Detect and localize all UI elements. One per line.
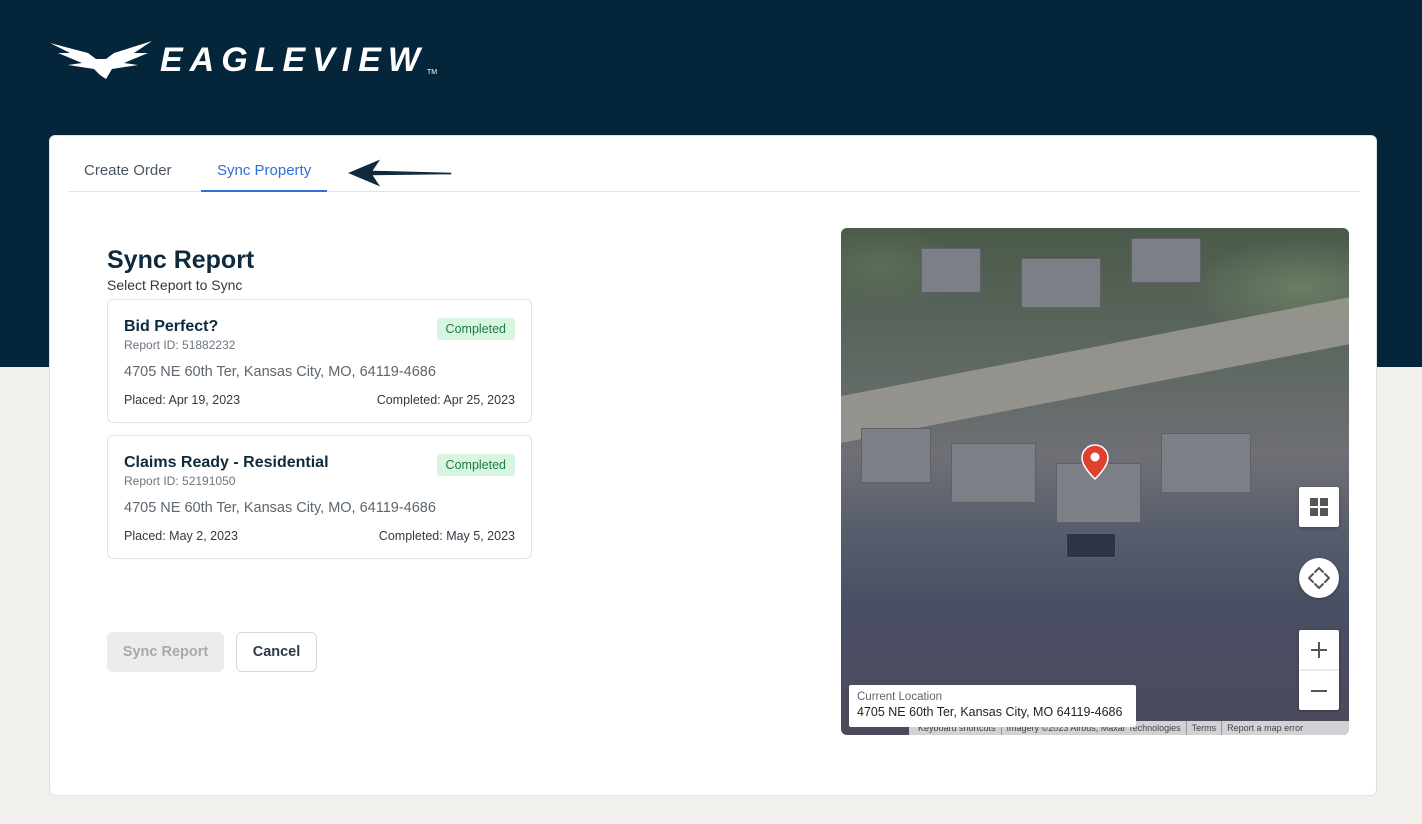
tab-create-order[interactable]: Create Order	[68, 162, 188, 192]
zoom-out-button[interactable]	[1299, 670, 1339, 710]
report-placed-date: Placed: May 2, 2023	[124, 529, 238, 543]
satellite-map[interactable]: Keyboard shortcuts Imagery ©2023 Airbus,…	[841, 228, 1349, 735]
location-pin-icon	[1081, 444, 1109, 480]
map-house	[1066, 533, 1116, 558]
map-layers-button[interactable]	[1299, 487, 1339, 527]
brand-wordmark: EAGLEVIEW	[160, 40, 428, 79]
report-map-error-link[interactable]: Report a map error	[1222, 721, 1308, 735]
report-name: Claims Ready - Residential	[124, 454, 329, 471]
report-id: Report ID: 51882232	[124, 338, 236, 352]
status-badge: Completed	[436, 318, 515, 340]
eagle-icon	[50, 41, 152, 79]
map-house	[1021, 258, 1101, 308]
section-subtitle: Select Report to Sync	[107, 277, 243, 293]
map-house	[861, 428, 931, 483]
current-location-address: 4705 NE 60th Ter, Kansas City, MO 64119-…	[857, 705, 1123, 719]
report-card[interactable]: Claims Ready - Residential Report ID: 52…	[107, 435, 532, 559]
eagleview-logo[interactable]: EAGLEVIEW TM	[48, 38, 437, 82]
map-road	[841, 289, 1349, 449]
map-pan-button[interactable]	[1299, 558, 1339, 598]
report-address: 4705 NE 60th Ter, Kansas City, MO, 64119…	[124, 500, 436, 516]
move-arrows-icon	[1308, 567, 1330, 589]
current-location-label: Current Location	[857, 691, 943, 703]
report-address: 4705 NE 60th Ter, Kansas City, MO, 64119…	[124, 364, 436, 380]
tab-bar: Create Order Sync Property	[68, 136, 1360, 192]
section-title: Sync Report	[107, 246, 255, 274]
sync-report-button[interactable]: Sync Report	[107, 632, 224, 672]
trademark: TM	[427, 69, 438, 76]
map-house	[921, 248, 981, 293]
main-card: Create Order Sync Property Sync Report S…	[49, 135, 1377, 796]
pointer-arrow-icon	[344, 156, 453, 190]
cancel-button[interactable]: Cancel	[236, 632, 317, 672]
report-name: Bid Perfect?	[124, 318, 219, 335]
map-house	[1161, 433, 1251, 493]
plus-icon	[1311, 642, 1327, 658]
report-card[interactable]: Bid Perfect? Report ID: 51882232 Complet…	[107, 299, 532, 423]
report-id: Report ID: 52191050	[124, 474, 236, 488]
report-completed-date: Completed: Apr 25, 2023	[376, 393, 515, 407]
zoom-in-button[interactable]	[1299, 630, 1339, 670]
map-house	[951, 443, 1036, 503]
report-placed-date: Placed: Apr 19, 2023	[124, 393, 241, 407]
terms-link[interactable]: Terms	[1187, 721, 1223, 735]
minus-icon	[1311, 689, 1327, 692]
status-badge: Completed	[436, 454, 515, 476]
tab-sync-property[interactable]: Sync Property	[201, 162, 328, 192]
map-house	[1131, 238, 1201, 283]
grid-icon	[1310, 498, 1328, 516]
report-completed-date: Completed: May 5, 2023	[378, 529, 515, 543]
current-location-box: Current Location 4705 NE 60th Ter, Kansa…	[849, 685, 1136, 727]
